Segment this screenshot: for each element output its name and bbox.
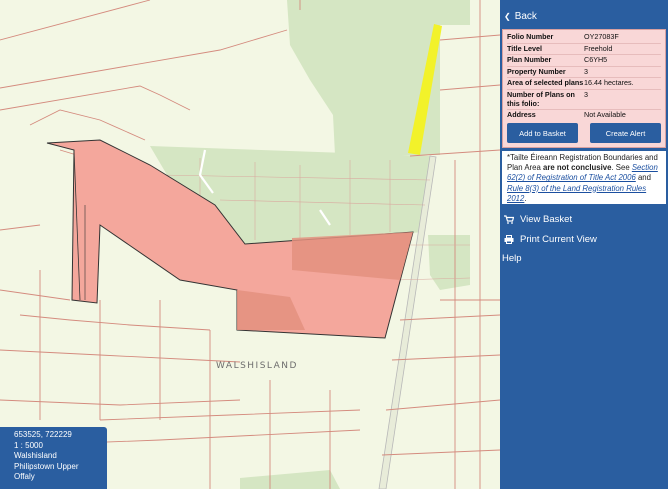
map-view[interactable]: WALSHISLAND 653525, 722229 1 : 5000 Wals… — [0, 0, 500, 489]
detail-label: Address — [507, 110, 536, 120]
cart-icon — [502, 214, 516, 224]
detail-row: Property Number 3 — [507, 66, 661, 79]
print-view-button[interactable]: Print Current View — [502, 230, 666, 248]
detail-label: Folio Number — [507, 32, 584, 44]
barony: Philipstown Upper — [14, 461, 79, 471]
rule-8-link[interactable]: Rule 8(3) of the Land Registration Rules… — [507, 184, 646, 203]
detail-value: Freehold — [584, 43, 661, 56]
detail-row: Title Level Freehold — [507, 43, 661, 56]
view-basket-button[interactable]: View Basket — [502, 210, 666, 228]
printer-icon — [502, 234, 516, 244]
folio-details-card: Folio Number OY27083F Title Level Freehold P… — [502, 29, 666, 148]
chevron-left-icon: ❮ — [504, 11, 511, 21]
detail-row: Address Not Available — [507, 110, 661, 121]
create-alert-button[interactable]: Create Alert — [590, 123, 661, 143]
detail-row: Area of selected plans 16.44 hectares. — [507, 77, 661, 90]
disclaimer-notice: *Tailte Éireann Registration Boundaries … — [502, 151, 666, 204]
detail-value: 3 — [584, 89, 661, 111]
detail-label: Area of selected plans — [507, 77, 584, 90]
detail-value: 3 — [584, 66, 661, 79]
back-button[interactable]: ❮ Back — [500, 5, 668, 27]
detail-value: 16.44 hectares. — [584, 77, 661, 90]
detail-row: Folio Number OY27083F — [507, 32, 661, 44]
forest-area-east — [428, 235, 470, 290]
detail-value: C6YH5 — [584, 54, 661, 67]
place-label: WALSHISLAND — [216, 361, 298, 371]
detail-label: Title Level — [507, 43, 584, 56]
detail-value: Not Available — [584, 110, 626, 120]
detail-label: Number of Plans on this folio: — [507, 89, 584, 111]
map-scale: 1 : 5000 — [14, 440, 43, 450]
detail-row: Number of Plans on this folio: 3 — [507, 89, 661, 111]
back-label: Back — [514, 10, 537, 22]
county: Offaly — [14, 472, 35, 482]
folio-details-table: Folio Number OY27083F Title Level Freehold P… — [507, 32, 661, 121]
forest-area-north — [287, 0, 470, 155]
help-link[interactable]: Help — [502, 249, 666, 267]
forest-area-south — [240, 470, 340, 489]
detail-label: Property Number — [507, 66, 584, 79]
townland: Walshisland — [14, 451, 57, 461]
detail-row: Plan Number C6YH5 — [507, 54, 661, 67]
coordinates: 653525, 722229 — [14, 430, 72, 439]
detail-value: OY27083F — [584, 32, 661, 44]
side-panel: ❮ Back Folio Number OY27083F Title Level Fr… — [500, 0, 668, 489]
detail-label: Plan Number — [507, 54, 584, 67]
location-info-box: 653525, 722229 1 : 5000 Walshisland Phil… — [0, 427, 107, 489]
add-to-basket-button[interactable]: Add to Basket — [507, 123, 578, 143]
map-canvas[interactable] — [0, 0, 500, 489]
